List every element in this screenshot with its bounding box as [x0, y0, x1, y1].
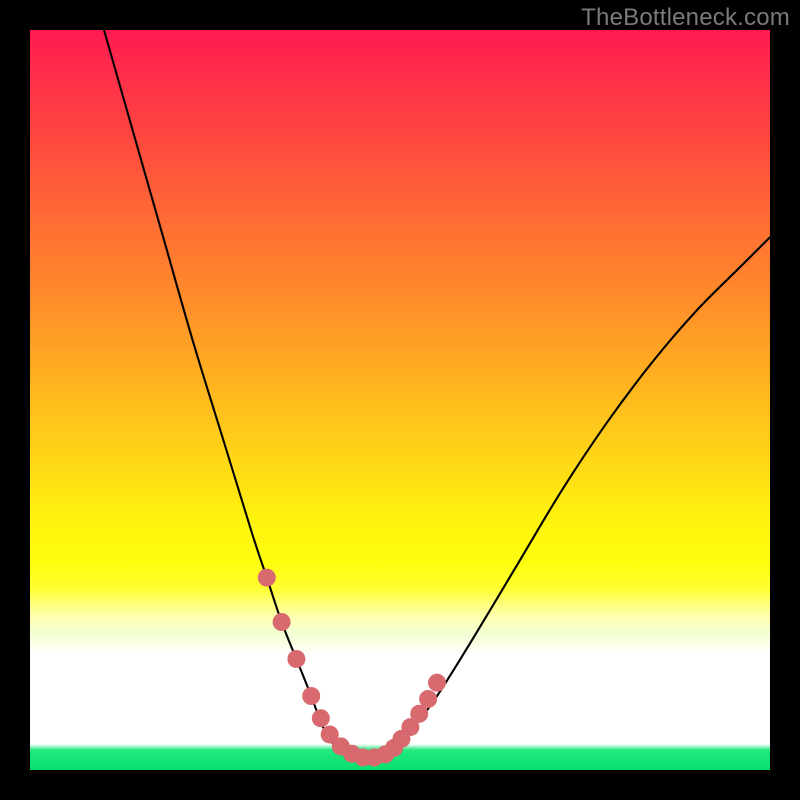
- curve-marker: [419, 690, 437, 708]
- watermark-text: TheBottleneck.com: [581, 4, 790, 32]
- curve-marker: [273, 613, 291, 631]
- curve-marker: [428, 674, 446, 692]
- curve-svg: [30, 30, 770, 770]
- chart-frame: TheBottleneck.com: [0, 0, 800, 800]
- curve-marker: [258, 569, 276, 587]
- curve-marker: [302, 687, 320, 705]
- curve-marker: [287, 650, 305, 668]
- plot-area: [30, 30, 770, 770]
- curve-marker: [312, 709, 330, 727]
- marker-group: [258, 569, 446, 767]
- bottleneck-curve: [104, 30, 770, 759]
